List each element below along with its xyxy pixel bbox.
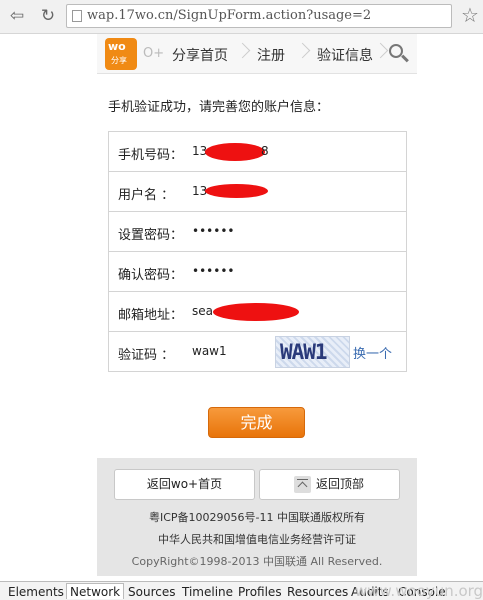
back-to-top-label: 返回顶部: [316, 477, 365, 491]
breadcrumb-chevron-icon: [297, 39, 307, 69]
back-to-top-button[interactable]: 返回顶部: [259, 469, 400, 500]
intro-text: 手机验证成功，请完善您的账户信息：: [108, 100, 330, 115]
logo-wo-text: wo: [108, 40, 126, 53]
account-form: 手机号码： 13 8 用户名 ： 13 设置密码： •••••• 确认密码： •…: [108, 131, 407, 372]
phone-label: 手机号码：: [118, 148, 184, 163]
password-row: 设置密码： ••••••: [109, 212, 406, 252]
devtools-tab-resources[interactable]: Resources: [287, 585, 348, 599]
nav-register[interactable]: 注册: [257, 45, 285, 65]
captcha-row: 验证码 ： waw1 WAW1 换一个: [109, 332, 406, 372]
devtools-tab-profiles[interactable]: Profiles: [238, 585, 282, 599]
wo-logo[interactable]: wo 分享: [105, 38, 137, 70]
phone-row: 手机号码： 13 8: [109, 132, 406, 172]
footer: 返回wo+首页 返回顶部 粤ICP备10029056号-11 中国联通版权所有 …: [97, 458, 417, 576]
page-icon: [72, 10, 82, 22]
license-text: 中华人民共和国增值电信业务经营许可证: [158, 533, 356, 546]
submit-button[interactable]: 完成: [208, 407, 305, 438]
username-label: 用户名 ：: [118, 188, 175, 203]
search-icon[interactable]: [387, 42, 413, 68]
back-arrow-icon[interactable]: ⇦: [6, 5, 28, 27]
brand-partial: O+: [143, 46, 165, 61]
nav-share-home[interactable]: 分享首页: [172, 45, 228, 65]
confirm-password-input[interactable]: ••••••: [192, 264, 234, 278]
redaction-mark: [213, 303, 299, 321]
watermark-text: www.wooyun.org: [355, 582, 483, 600]
redaction-mark: [205, 143, 265, 161]
breadcrumb-chevron-icon: [375, 39, 385, 69]
captcha-label: 验证码 ：: [118, 348, 175, 363]
redaction-mark: [205, 184, 268, 198]
captcha-image-text: WAW1: [280, 340, 328, 364]
browser-toolbar: ⇦ ↻ wap.17wo.cn/SignUpForm.action?usage=…: [0, 0, 483, 34]
devtools-tab-sources[interactable]: Sources: [128, 585, 175, 599]
reload-icon[interactable]: ↻: [37, 5, 59, 27]
url-text[interactable]: wap.17wo.cn/SignUpForm.action?usage=2: [87, 8, 371, 23]
email-row: 邮箱地址： sea: [109, 292, 406, 332]
bookmark-star-icon[interactable]: ☆: [461, 3, 479, 27]
arrow-up-icon: [294, 476, 311, 493]
devtools-tab-timeline[interactable]: Timeline: [182, 585, 233, 599]
password-label: 设置密码：: [118, 228, 184, 243]
confirm-password-row: 确认密码： ••••••: [109, 252, 406, 292]
devtools-tab-elements[interactable]: Elements: [8, 585, 64, 599]
email-label: 邮箱地址：: [118, 308, 184, 323]
refresh-captcha-link[interactable]: 换一个: [353, 343, 392, 362]
app-header: wo 分享 O+ 分享首页 注册 验证信息: [97, 34, 417, 74]
icp-text: 粤ICP备10029056号-11 中国联通版权所有: [148, 511, 365, 524]
captcha-input[interactable]: waw1: [192, 344, 227, 358]
logo-sub-text: 分享: [111, 56, 127, 65]
copyright-text: CopyRight©1998-2013 中国联通 All Reserved.: [131, 555, 383, 568]
nav-verify-info[interactable]: 验证信息: [317, 45, 373, 65]
username-row: 用户名 ： 13: [109, 172, 406, 212]
password-input[interactable]: ••••••: [192, 224, 234, 238]
captcha-image: WAW1: [275, 336, 350, 368]
devtools-tab-network[interactable]: Network: [66, 583, 125, 599]
address-bar[interactable]: wap.17wo.cn/SignUpForm.action?usage=2: [66, 4, 452, 28]
breadcrumb-chevron-icon: [237, 39, 247, 69]
back-to-home-button[interactable]: 返回wo+首页: [114, 469, 255, 500]
email-value-prefix[interactable]: sea: [192, 304, 213, 318]
phone-value-suffix: 8: [261, 144, 269, 158]
confirm-password-label: 确认密码：: [118, 268, 184, 283]
